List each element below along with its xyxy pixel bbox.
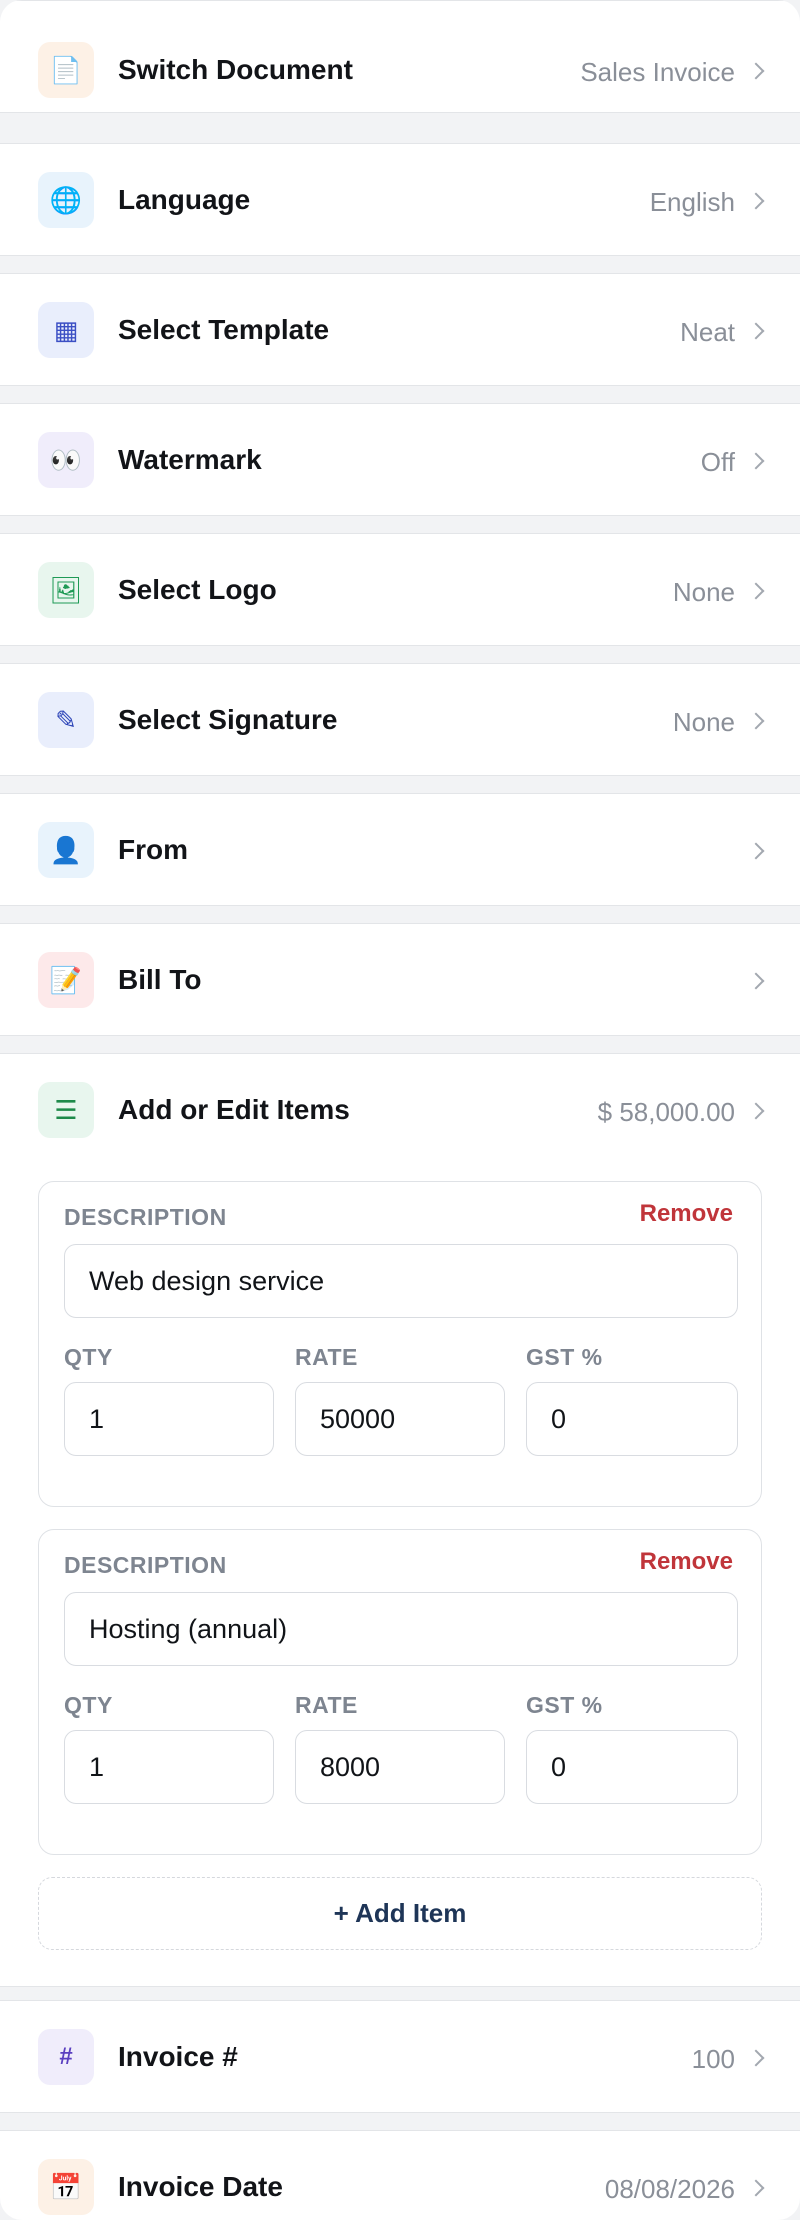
chevron-right-icon [747,2179,765,2197]
chevron-right-icon [747,452,765,470]
switch-document-row[interactable]: 📄 Switch Document Sales Invoice [0,0,800,113]
settings-panel: 📄 Switch Document Sales Invoice 🌐 Langua… [0,0,800,2220]
document-icon: 📄 [38,42,94,98]
list-icon: ☰ [38,1082,94,1138]
item-card: DESCRIPTION Remove Hosting (annual) QTY … [38,1529,762,1855]
pen-icon: ✎ [38,692,94,748]
hash-icon: # [38,2029,94,2085]
image-icon: 🖼 [38,562,94,618]
select-logo-value: None [672,577,735,607]
invoice-date-row[interactable]: 📅 Invoice Date 08/08/2026 [0,2130,800,2220]
switch-document-value: Sales Invoice [580,57,735,87]
eyes-icon: 👀 [38,432,94,488]
description-input[interactable]: Hosting (annual) [64,1592,738,1666]
chevron-right-icon [747,842,765,860]
items-editor: DESCRIPTION Remove Web design service QT… [0,1167,800,1987]
select-signature-value: None [672,707,735,737]
invoice-number-label: Invoice # [118,2041,238,2072]
chevron-right-icon [747,192,765,210]
items-total: $ 58,000.00 [597,1097,735,1127]
gst-label: GST % [526,1692,603,1718]
rate-label: RATE [295,1344,358,1370]
chevron-right-icon [747,1102,765,1120]
watermark-row[interactable]: 👀 Watermark Off [0,403,800,516]
qty-label: QTY [64,1692,113,1718]
item-card: DESCRIPTION Remove Web design service QT… [38,1181,762,1507]
select-template-value: Neat [680,317,735,347]
description-label: DESCRIPTION [64,1552,227,1578]
select-template-label: Select Template [118,314,330,345]
remove-item-button[interactable]: Remove [640,1548,733,1576]
from-row[interactable]: 👤 From [0,793,800,906]
chevron-right-icon [747,972,765,990]
description-input[interactable]: Web design service [64,1244,738,1318]
gst-input[interactable]: 0 [526,1730,738,1804]
user-icon: 👤 [38,822,94,878]
watermark-value: Off [700,447,735,477]
switch-document-label: Switch Document [118,54,353,85]
select-signature-label: Select Signature [118,704,338,735]
chevron-right-icon [747,712,765,730]
chevron-right-icon [747,62,765,80]
from-label: From [118,834,188,865]
bill-to-row[interactable]: 📝 Bill To [0,923,800,1036]
qty-input[interactable]: 1 [64,1382,274,1456]
invoice-number-value: 100 [691,2044,735,2074]
remove-item-button[interactable]: Remove [640,1200,733,1228]
description-label: DESCRIPTION [64,1204,227,1230]
select-template-row[interactable]: ▦ Select Template Neat [0,273,800,386]
template-grid-icon: ▦ [38,302,94,358]
invoice-date-label: Invoice Date [118,2171,283,2202]
language-row[interactable]: 🌐 Language English [0,143,800,256]
language-value: English [649,187,735,217]
bill-to-label: Bill To [118,964,202,995]
gst-label: GST % [526,1344,603,1370]
gst-input[interactable]: 0 [526,1382,738,1456]
qty-label: QTY [64,1344,113,1370]
select-logo-label: Select Logo [118,574,277,605]
calendar-icon: 📅 [38,2159,94,2215]
items-row[interactable]: ☰ Add or Edit Items $ 58,000.00 [0,1053,800,1168]
language-label: Language [118,184,251,215]
watermark-label: Watermark [118,444,262,475]
invoice-number-row[interactable]: # Invoice # 100 [0,2000,800,2113]
add-item-button[interactable]: + Add Item [38,1877,762,1950]
rate-input[interactable]: 50000 [295,1382,505,1456]
invoice-date-value: 08/08/2026 [604,2174,735,2204]
globe-icon: 🌐 [38,172,94,228]
rate-input[interactable]: 8000 [295,1730,505,1804]
select-logo-row[interactable]: 🖼 Select Logo None [0,533,800,646]
chevron-right-icon [747,322,765,340]
chevron-right-icon [747,582,765,600]
select-signature-row[interactable]: ✎ Select Signature None [0,663,800,776]
rate-label: RATE [295,1692,358,1718]
chevron-right-icon [747,2049,765,2067]
items-label: Add or Edit Items [118,1094,350,1125]
qty-input[interactable]: 1 [64,1730,274,1804]
memo-icon: 📝 [38,952,94,1008]
